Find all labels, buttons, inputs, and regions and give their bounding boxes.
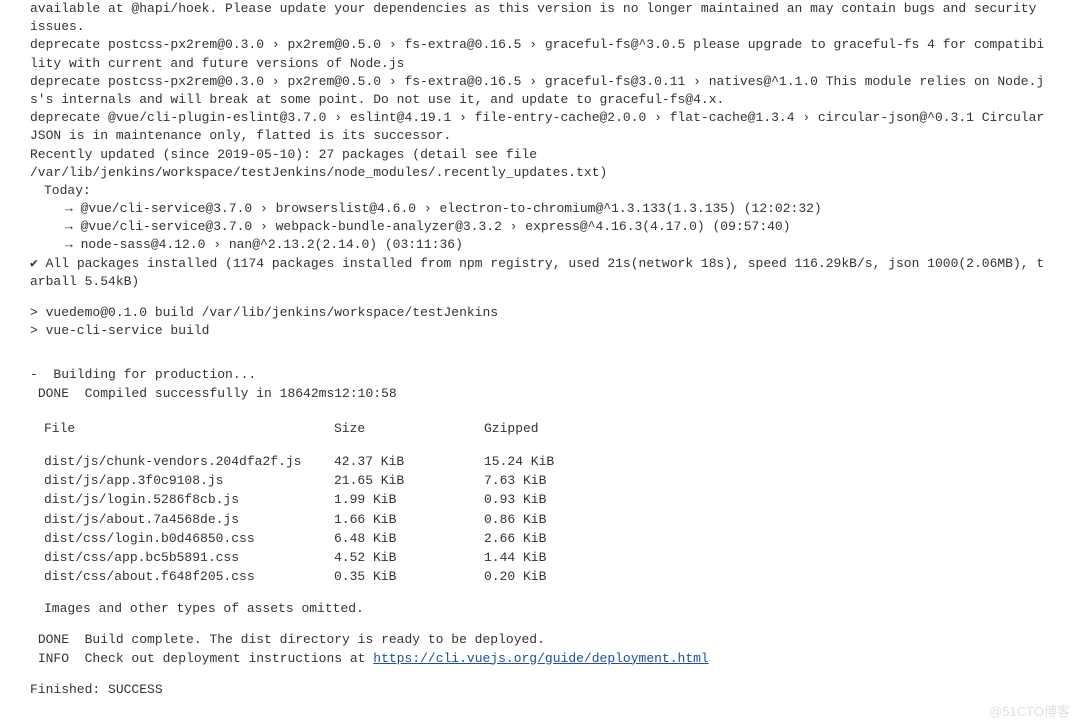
col-gzip-header: Gzipped [484,420,564,439]
done-compiled-line: DONE Compiled successfully in 18642ms12:… [30,385,1050,403]
gzip-cell: 15.24 KiB [484,453,564,472]
watermark: @51CTO博客 [989,703,1070,721]
blank-line [44,439,564,453]
recently-updated-path: /var/lib/jenkins/workspace/testJenkins/n… [30,164,1050,182]
deployment-link[interactable]: https://cli.vuejs.org/guide/deployment.h… [373,651,708,666]
table-row: dist/js/about.7a4568de.js 1.66 KiB 0.86 … [44,511,564,530]
table-row: dist/css/about.f648f205.css 0.35 KiB 0.2… [44,568,564,587]
file-cell: dist/js/app.3f0c9108.js [44,472,334,491]
npm-script-line: > vue-cli-service build [30,322,1050,340]
file-cell: dist/js/login.5286f8cb.js [44,491,334,510]
updated-package-line: → @vue/cli-service@3.7.0 › browserslist@… [30,200,1050,218]
table-row: dist/css/login.b0d46850.css 6.48 KiB 2.6… [44,530,564,549]
size-cell: 6.48 KiB [334,530,484,549]
finished-line: Finished: SUCCESS [30,681,1050,699]
info-deploy-prefix: INFO Check out deployment instructions a… [30,651,373,666]
build-files-table: File Size Gzipped dist/js/chunk-vendors.… [44,420,564,588]
blank-line [30,587,1050,600]
size-cell: 1.66 KiB [334,511,484,530]
col-file-header: File [44,420,334,439]
gzip-cell: 1.44 KiB [484,549,564,568]
blank-line [30,668,1050,681]
file-cell: dist/css/app.bc5b5891.css [44,549,334,568]
gzip-cell: 7.63 KiB [484,472,564,491]
size-cell: 0.35 KiB [334,568,484,587]
table-header-row: File Size Gzipped [44,420,564,439]
table-row: dist/js/login.5286f8cb.js 1.99 KiB 0.93 … [44,491,564,510]
col-size-header: Size [334,420,484,439]
gzip-cell: 2.66 KiB [484,530,564,549]
blank-line [30,291,1050,304]
blank-line [30,353,1050,366]
table-row: dist/css/app.bc5b5891.css 4.52 KiB 1.44 … [44,549,564,568]
updated-package-line: → node-sass@4.12.0 › nan@^2.13.2(2.14.0)… [30,236,1050,254]
table-row: dist/js/chunk-vendors.204dfa2f.js 42.37 … [44,453,564,472]
info-deploy-line: INFO Check out deployment instructions a… [30,650,1050,668]
gzip-cell: 0.93 KiB [484,491,564,510]
today-label: Today: [30,182,1050,200]
updated-package-line: → @vue/cli-service@3.7.0 › webpack-bundl… [30,218,1050,236]
deprecate-line: deprecate postcss-px2rem@0.3.0 › px2rem@… [30,73,1050,109]
size-cell: 21.65 KiB [334,472,484,491]
gzip-cell: 0.20 KiB [484,568,564,587]
deprecate-line: deprecate @vue/cli-plugin-eslint@3.7.0 ›… [30,109,1050,145]
deprecate-line: deprecate postcss-px2rem@0.3.0 › px2rem@… [30,36,1050,72]
recently-updated-line: Recently updated (since 2019-05-10): 27 … [30,146,1050,164]
file-cell: dist/css/about.f648f205.css [44,568,334,587]
gzip-cell: 0.86 KiB [484,511,564,530]
assets-omitted-line: Images and other types of assets omitted… [30,600,1050,618]
npm-script-line: > vuedemo@0.1.0 build /var/lib/jenkins/w… [30,304,1050,322]
deprecate-line: available at @hapi/hoek. Please update y… [30,0,1050,36]
blank-line [30,403,1050,416]
table-row: dist/js/app.3f0c9108.js 21.65 KiB 7.63 K… [44,472,564,491]
file-cell: dist/js/about.7a4568de.js [44,511,334,530]
file-cell: dist/js/chunk-vendors.204dfa2f.js [44,453,334,472]
blank-line [30,340,1050,353]
size-cell: 4.52 KiB [334,549,484,568]
done-build-line: DONE Build complete. The dist directory … [30,631,1050,649]
size-cell: 42.37 KiB [334,453,484,472]
building-line: - Building for production... [30,366,1050,384]
all-packages-installed: ✔ All packages installed (1174 packages … [30,255,1050,291]
blank-line [30,618,1050,631]
file-cell: dist/css/login.b0d46850.css [44,530,334,549]
size-cell: 1.99 KiB [334,491,484,510]
